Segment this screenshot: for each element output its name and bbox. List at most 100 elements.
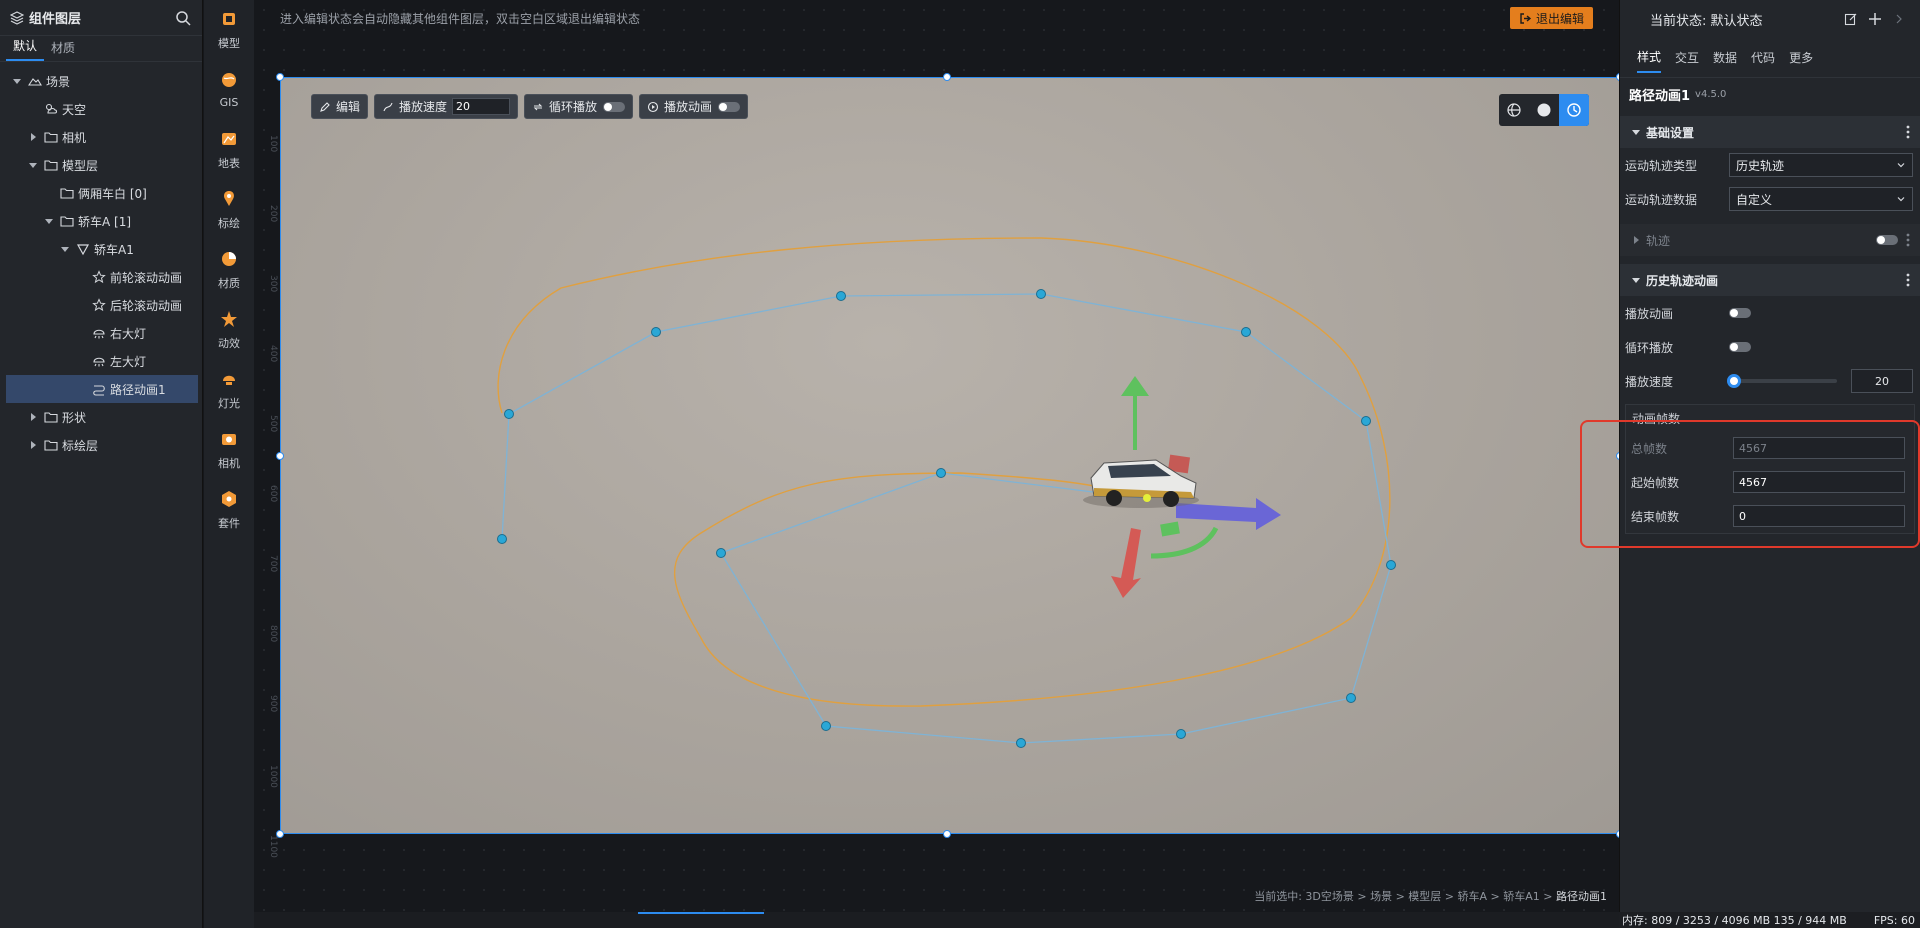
tab-more[interactable]: 更多	[1789, 43, 1813, 72]
end-frame-field[interactable]: 0	[1733, 505, 1905, 527]
path-control-point[interactable]	[651, 327, 661, 337]
tree-item[interactable]: 场景	[0, 67, 202, 95]
tree-item[interactable]: 轿车A [1]	[0, 207, 202, 235]
path-control-point[interactable]	[716, 548, 726, 558]
speed-input[interactable]	[452, 98, 511, 115]
tree-item[interactable]: 后轮滚动动画	[0, 291, 202, 319]
edit-button[interactable]: 编辑	[311, 94, 369, 119]
add-state-icon[interactable]	[1868, 12, 1882, 26]
track-type-select[interactable]: 历史轨迹	[1729, 153, 1913, 177]
resize-handle-top-left[interactable]	[276, 73, 284, 81]
tree-item[interactable]: 右大灯	[0, 319, 202, 347]
hint-bar: 进入编辑状态会自动隐藏其他组件图层，双击空白区域退出编辑状态	[280, 0, 1619, 36]
path-control-point[interactable]	[1241, 327, 1251, 337]
tab-data[interactable]: 数据	[1713, 43, 1737, 72]
tool-globe[interactable]: GIS	[204, 60, 254, 120]
tab-default[interactable]: 默认	[6, 37, 45, 61]
caret-down-icon[interactable]	[12, 76, 22, 86]
play-toggle[interactable]	[718, 101, 741, 112]
tab-code[interactable]: 代码	[1751, 43, 1775, 72]
globe-view-button[interactable]	[1499, 94, 1529, 126]
slider-knob[interactable]	[1727, 374, 1741, 388]
chevron-right-icon[interactable]	[1892, 12, 1906, 26]
loop-toggle[interactable]	[603, 101, 626, 112]
more-vert-icon[interactable]	[1906, 125, 1910, 139]
sphere-view-button[interactable]	[1529, 94, 1559, 126]
tab-style[interactable]: 样式	[1637, 42, 1662, 73]
tree-item[interactable]: 模型层	[0, 151, 202, 179]
tool-kit[interactable]: 套件	[204, 480, 254, 540]
bottom-tab-strip	[254, 912, 1619, 928]
loop-play-toggle[interactable]	[1729, 342, 1751, 352]
caret-down-icon[interactable]	[60, 244, 70, 254]
tree-item[interactable]: 左大灯	[0, 347, 202, 375]
resize-handle-top[interactable]	[943, 73, 951, 81]
orbit-view-button[interactable]	[1559, 94, 1589, 126]
path-control-point[interactable]	[821, 721, 831, 731]
path-control-point[interactable]	[1036, 289, 1046, 299]
speed-slider[interactable]	[1727, 374, 1837, 388]
resize-handle-left[interactable]	[276, 452, 284, 460]
mountain-icon	[28, 74, 42, 88]
caret-right-icon[interactable]	[28, 412, 38, 422]
caret-down-icon[interactable]	[44, 216, 54, 226]
tree-item[interactable]: 前轮滚动动画	[0, 263, 202, 291]
path-control-point[interactable]	[1176, 729, 1186, 739]
canvas-area[interactable]: 进入编辑状态会自动隐藏其他组件图层，双击空白区域退出编辑状态 退出编辑 100 2…	[254, 0, 1624, 928]
start-frame-row: 起始帧数 4567	[1626, 465, 1914, 499]
scene-canvas[interactable]	[281, 78, 1621, 835]
tree-item[interactable]: 天空	[0, 95, 202, 123]
track-toggle[interactable]	[1876, 235, 1898, 245]
breadcrumb-current[interactable]: 路径动画1	[1556, 890, 1607, 903]
start-frame-field[interactable]: 4567	[1733, 471, 1905, 493]
path-control-point[interactable]	[497, 534, 507, 544]
path-control-point[interactable]	[1346, 693, 1356, 703]
path-control-point[interactable]	[1016, 738, 1026, 748]
tool-light[interactable]: 灯光	[204, 360, 254, 420]
edit-state-icon[interactable]	[1844, 12, 1858, 26]
current-state-label[interactable]: 当前状态: 默认状态	[1650, 10, 1763, 29]
tool-pin[interactable]: 标绘	[204, 180, 254, 240]
tab-interaction[interactable]: 交互	[1675, 43, 1699, 72]
section-history-animation[interactable]: 历史轨迹动画	[1620, 264, 1920, 296]
section-basic-settings[interactable]: 基础设置	[1620, 116, 1920, 148]
scene-viewport[interactable]: 编辑 播放速度 循环播放 播放动画	[276, 73, 1624, 838]
component-name: 路径动画1	[1629, 88, 1691, 104]
track-data-select[interactable]: 自定义	[1729, 187, 1913, 211]
path-control-point[interactable]	[504, 409, 514, 419]
path-control-point[interactable]	[836, 291, 846, 301]
tab-material[interactable]: 材质	[44, 39, 82, 61]
light-icon	[220, 370, 238, 391]
tree-item[interactable]: 形状	[0, 403, 202, 431]
caret-right-icon[interactable]	[28, 440, 38, 450]
exit-edit-button[interactable]: 退出编辑	[1509, 7, 1593, 29]
resize-handle-bottom[interactable]	[943, 830, 951, 838]
path-control-point[interactable]	[1386, 560, 1396, 570]
caret-right-icon[interactable]	[28, 132, 38, 142]
more-vert-icon[interactable]	[1906, 273, 1910, 287]
section-track[interactable]: 轨迹	[1620, 224, 1920, 256]
resize-handle-bottom-left[interactable]	[276, 830, 284, 838]
more-vert-icon[interactable]	[1906, 233, 1910, 247]
path-control-point[interactable]	[1361, 416, 1371, 426]
play-control[interactable]: 播放动画	[639, 94, 749, 119]
tree-item[interactable]: 俩厢车白 [0]	[0, 179, 202, 207]
caret-down-icon[interactable]	[28, 160, 38, 170]
folder-icon	[44, 410, 58, 424]
tool-model[interactable]: 模型	[204, 0, 254, 60]
search-icon[interactable]	[174, 9, 192, 27]
speed-number[interactable]: 20	[1851, 369, 1913, 393]
play-anim-toggle[interactable]	[1729, 308, 1751, 318]
tool-camera[interactable]: 相机	[204, 420, 254, 480]
tree-item[interactable]: 轿车A1	[0, 235, 202, 263]
tool-effect[interactable]: 动效	[204, 300, 254, 360]
tool-terrain[interactable]: 地表	[204, 120, 254, 180]
frames-group-header[interactable]: 动画帧数	[1626, 405, 1914, 431]
tree-item[interactable]: 路径动画1	[6, 375, 198, 403]
tool-material[interactable]: 材质	[204, 240, 254, 300]
tree-item[interactable]: 相机	[0, 123, 202, 151]
loop-control[interactable]: 循环播放	[524, 94, 634, 119]
tree-item[interactable]: 标绘层	[0, 431, 202, 459]
path-control-point[interactable]	[936, 468, 946, 478]
speed-row: 播放速度 20	[1620, 364, 1920, 398]
